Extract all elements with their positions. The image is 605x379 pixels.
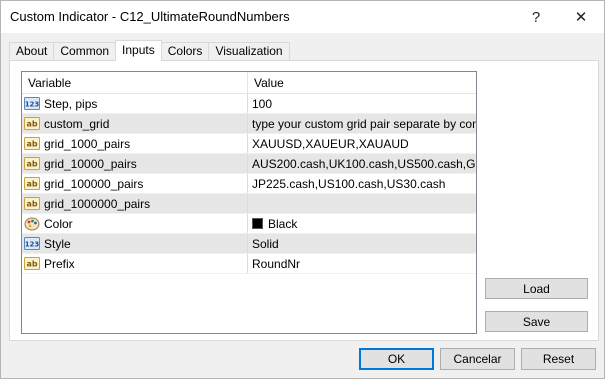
numeric-123-icon: 123 bbox=[24, 237, 40, 251]
table-row[interactable]: ab grid_1000000_pairs bbox=[22, 194, 476, 214]
table-row[interactable]: ab grid_10000_pairs AUS200.cash,UK100.cash… bbox=[22, 154, 476, 174]
svg-text:ab: ab bbox=[26, 200, 37, 209]
grid-rows: 123 Step, pips 100 ab custom_grid type your c… bbox=[22, 94, 476, 274]
value-cell[interactable]: type your custom grid pair separate by c… bbox=[248, 114, 476, 133]
column-header-variable[interactable]: Variable bbox=[22, 72, 248, 93]
inputs-panel: Variable Value 123 Step, pips 100 ab custom_… bbox=[9, 60, 599, 341]
svg-text:123: 123 bbox=[25, 101, 40, 109]
variable-cell: ab Prefix bbox=[22, 254, 248, 273]
svg-text:ab: ab bbox=[26, 120, 37, 129]
save-button[interactable]: Save bbox=[485, 311, 588, 332]
variable-name: grid_100000_pairs bbox=[44, 176, 144, 191]
text-ab-icon: ab bbox=[24, 177, 40, 191]
tab-strip: About Common Inputs Colors Visualization bbox=[9, 40, 290, 61]
value-cell[interactable]: AUS200.cash,UK100.cash,US500.cash,GE... bbox=[248, 154, 476, 173]
cancel-button[interactable]: Cancelar bbox=[440, 348, 515, 370]
value-cell[interactable]: Solid bbox=[248, 234, 476, 253]
variable-value: RoundNr bbox=[252, 256, 301, 271]
value-cell[interactable]: 100 bbox=[248, 94, 476, 113]
variable-cell: 123 Style bbox=[22, 234, 248, 253]
grid-header: Variable Value bbox=[22, 72, 476, 94]
reset-button[interactable]: Reset bbox=[521, 348, 596, 370]
variable-value: Black bbox=[268, 216, 298, 231]
load-button[interactable]: Load bbox=[485, 278, 588, 299]
table-row[interactable]: ab custom_grid type your custom grid pair … bbox=[22, 114, 476, 134]
text-ab-icon: ab bbox=[24, 197, 40, 211]
value-cell[interactable]: Black bbox=[248, 214, 476, 233]
variable-name: grid_1000_pairs bbox=[44, 136, 131, 151]
variable-value: Solid bbox=[252, 236, 279, 251]
numeric-123-icon: 123 bbox=[24, 97, 40, 111]
svg-text:ab: ab bbox=[26, 180, 37, 189]
table-row[interactable]: ab grid_1000_pairs XAUUSD,XAUEUR,XAUAUD bbox=[22, 134, 476, 154]
help-icon: ? bbox=[531, 8, 541, 26]
svg-text:123: 123 bbox=[25, 241, 40, 249]
table-row[interactable]: ab grid_100000_pairs JP225.cash,US100.cash… bbox=[22, 174, 476, 194]
variable-cell: Color bbox=[22, 214, 248, 233]
variable-name: Color bbox=[44, 216, 73, 231]
variable-name: Step, pips bbox=[44, 96, 98, 111]
variable-value: AUS200.cash,UK100.cash,US500.cash,GE... bbox=[252, 156, 476, 171]
close-button[interactable]: ✕ bbox=[558, 1, 604, 33]
text-ab-icon: ab bbox=[24, 137, 40, 151]
variable-name: custom_grid bbox=[44, 116, 110, 131]
column-header-value[interactable]: Value bbox=[248, 72, 476, 93]
color-palette-icon bbox=[24, 217, 40, 231]
table-row[interactable]: 123 Step, pips 100 bbox=[22, 94, 476, 114]
ok-button[interactable]: OK bbox=[359, 348, 434, 370]
variable-cell: ab grid_100000_pairs bbox=[22, 174, 248, 193]
variable-value: type your custom grid pair separate by c… bbox=[252, 116, 476, 131]
text-ab-icon: ab bbox=[24, 257, 40, 271]
variable-cell: 123 Step, pips bbox=[22, 94, 248, 113]
close-icon: ✕ bbox=[574, 9, 588, 26]
tab-colors[interactable]: Colors bbox=[160, 42, 210, 61]
table-row[interactable]: Color Black bbox=[22, 214, 476, 234]
variable-name: grid_10000_pairs bbox=[44, 156, 137, 171]
table-row[interactable]: 123 Style Solid bbox=[22, 234, 476, 254]
variable-name: Style bbox=[44, 236, 71, 251]
table-row[interactable]: ab Prefix RoundNr bbox=[22, 254, 476, 274]
value-cell[interactable]: RoundNr bbox=[248, 254, 476, 273]
svg-text:ab: ab bbox=[26, 260, 37, 269]
variable-cell: ab grid_10000_pairs bbox=[22, 154, 248, 173]
tab-common[interactable]: Common bbox=[53, 42, 117, 61]
title-bar: Custom Indicator - C12_UltimateRoundNumb… bbox=[1, 1, 604, 33]
variable-name: Prefix bbox=[44, 256, 75, 271]
variable-name: grid_1000000_pairs bbox=[44, 196, 151, 211]
variable-value: JP225.cash,US100.cash,US30.cash bbox=[252, 176, 446, 191]
color-swatch bbox=[252, 218, 263, 229]
text-ab-icon: ab bbox=[24, 157, 40, 171]
value-cell[interactable]: JP225.cash,US100.cash,US30.cash bbox=[248, 174, 476, 193]
text-ab-icon: ab bbox=[24, 117, 40, 131]
help-button[interactable]: ? bbox=[513, 1, 559, 33]
window-title: Custom Indicator - C12_UltimateRoundNumb… bbox=[10, 9, 290, 24]
tab-about[interactable]: About bbox=[9, 42, 55, 61]
variable-cell: ab custom_grid bbox=[22, 114, 248, 133]
inputs-grid: Variable Value 123 Step, pips 100 ab custom_… bbox=[21, 71, 477, 334]
svg-text:ab: ab bbox=[26, 140, 37, 149]
variable-value: 100 bbox=[252, 96, 273, 111]
svg-text:ab: ab bbox=[26, 160, 37, 169]
variable-cell: ab grid_1000_pairs bbox=[22, 134, 248, 153]
variable-cell: ab grid_1000000_pairs bbox=[22, 194, 248, 213]
dialog-window: Custom Indicator - C12_UltimateRoundNumb… bbox=[0, 0, 605, 379]
value-cell[interactable] bbox=[248, 194, 476, 213]
value-cell[interactable]: XAUUSD,XAUEUR,XAUAUD bbox=[248, 134, 476, 153]
variable-value: XAUUSD,XAUEUR,XAUAUD bbox=[252, 136, 409, 151]
tab-inputs[interactable]: Inputs bbox=[115, 40, 162, 61]
tab-visualization[interactable]: Visualization bbox=[208, 42, 290, 61]
